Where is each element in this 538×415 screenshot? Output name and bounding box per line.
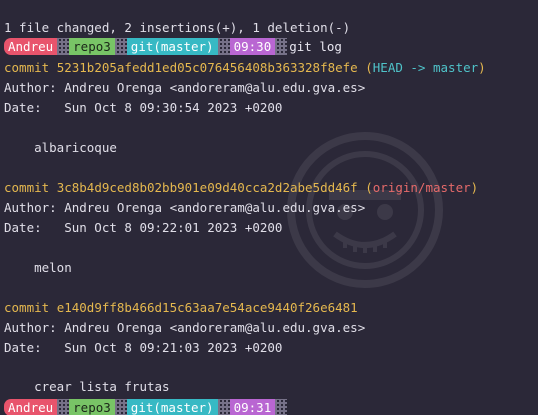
prompt-command: git log xyxy=(289,39,342,54)
commit-line: commit e140d9ff8b466d15c63aa7e54ace9440f… xyxy=(4,300,358,316)
shell-prompt: Andreu repo3 git(master) 09:30 git log xyxy=(4,38,342,55)
commit-author: Author: Andreu Orenga <andoreram@alu.edu… xyxy=(4,80,366,95)
ref-paren-open: ( xyxy=(357,60,373,75)
dotted-separator-icon xyxy=(217,399,230,415)
prompt-user: Andreu xyxy=(4,38,58,55)
ref-paren-close: ) xyxy=(470,180,479,195)
prompt-repo: repo3 xyxy=(69,38,115,55)
commit-hash: 5231b205afedd1ed05c076456408b363328f8efe xyxy=(56,60,358,75)
commit-date: Date: Sun Oct 8 09:22:01 2023 +0200 xyxy=(4,220,283,235)
commit-message: melon xyxy=(4,260,72,275)
dotted-separator-icon xyxy=(275,38,288,55)
prompt-user: Andreu xyxy=(4,399,58,415)
commit-message: albaricoque xyxy=(4,140,117,155)
dotted-separator-icon xyxy=(114,38,127,55)
prompt-time: 09:31 xyxy=(229,399,276,415)
commit-author: Author: Andreu Orenga <andoreram@alu.edu… xyxy=(4,200,366,215)
commit-line: commit 3c8b4d9ced8b02bb901e09d40cca2d2ab… xyxy=(4,180,478,196)
remote-ref: origin/master xyxy=(372,180,471,195)
diff-summary: 1 file changed, 2 insertions(+), 1 delet… xyxy=(4,20,351,35)
dotted-separator-icon xyxy=(57,38,70,55)
dotted-separator-icon xyxy=(217,38,230,55)
terminal-window[interactable]: 1 file changed, 2 insertions(+), 1 delet… xyxy=(0,0,538,415)
commit-label: commit xyxy=(4,300,57,315)
commit-hash: 3c8b4d9ced8b02bb901e09d40cca2d2abe5dd46f xyxy=(56,180,358,195)
commit-label: commit xyxy=(4,60,57,75)
head-ref: HEAD -> master xyxy=(372,60,479,75)
ref-paren-close: ) xyxy=(478,60,486,75)
commit-hash: e140d9ff8b466d15c63aa7e54ace9440f26e6481 xyxy=(56,300,358,315)
prompt-time: 09:30 xyxy=(229,38,276,55)
ref-paren-open: ( xyxy=(357,180,373,195)
prompt-repo: repo3 xyxy=(69,399,115,415)
commit-message: crear lista frutas xyxy=(4,379,170,394)
dotted-separator-icon xyxy=(275,399,288,415)
commit-label: commit xyxy=(4,180,57,195)
dotted-separator-icon xyxy=(57,399,70,415)
prompt-git-branch: git(master) xyxy=(126,38,218,55)
shell-prompt: Andreu repo3 git(master) 09:31 xyxy=(4,399,288,415)
prompt-git-branch: git(master) xyxy=(126,399,218,415)
dotted-separator-icon xyxy=(114,399,127,415)
commit-author: Author: Andreu Orenga <andoreram@alu.edu… xyxy=(4,320,366,335)
commit-date: Date: Sun Oct 8 09:21:03 2023 +0200 xyxy=(4,340,283,355)
commit-line: commit 5231b205afedd1ed05c076456408b3633… xyxy=(4,60,486,76)
commit-date: Date: Sun Oct 8 09:30:54 2023 +0200 xyxy=(4,100,283,115)
